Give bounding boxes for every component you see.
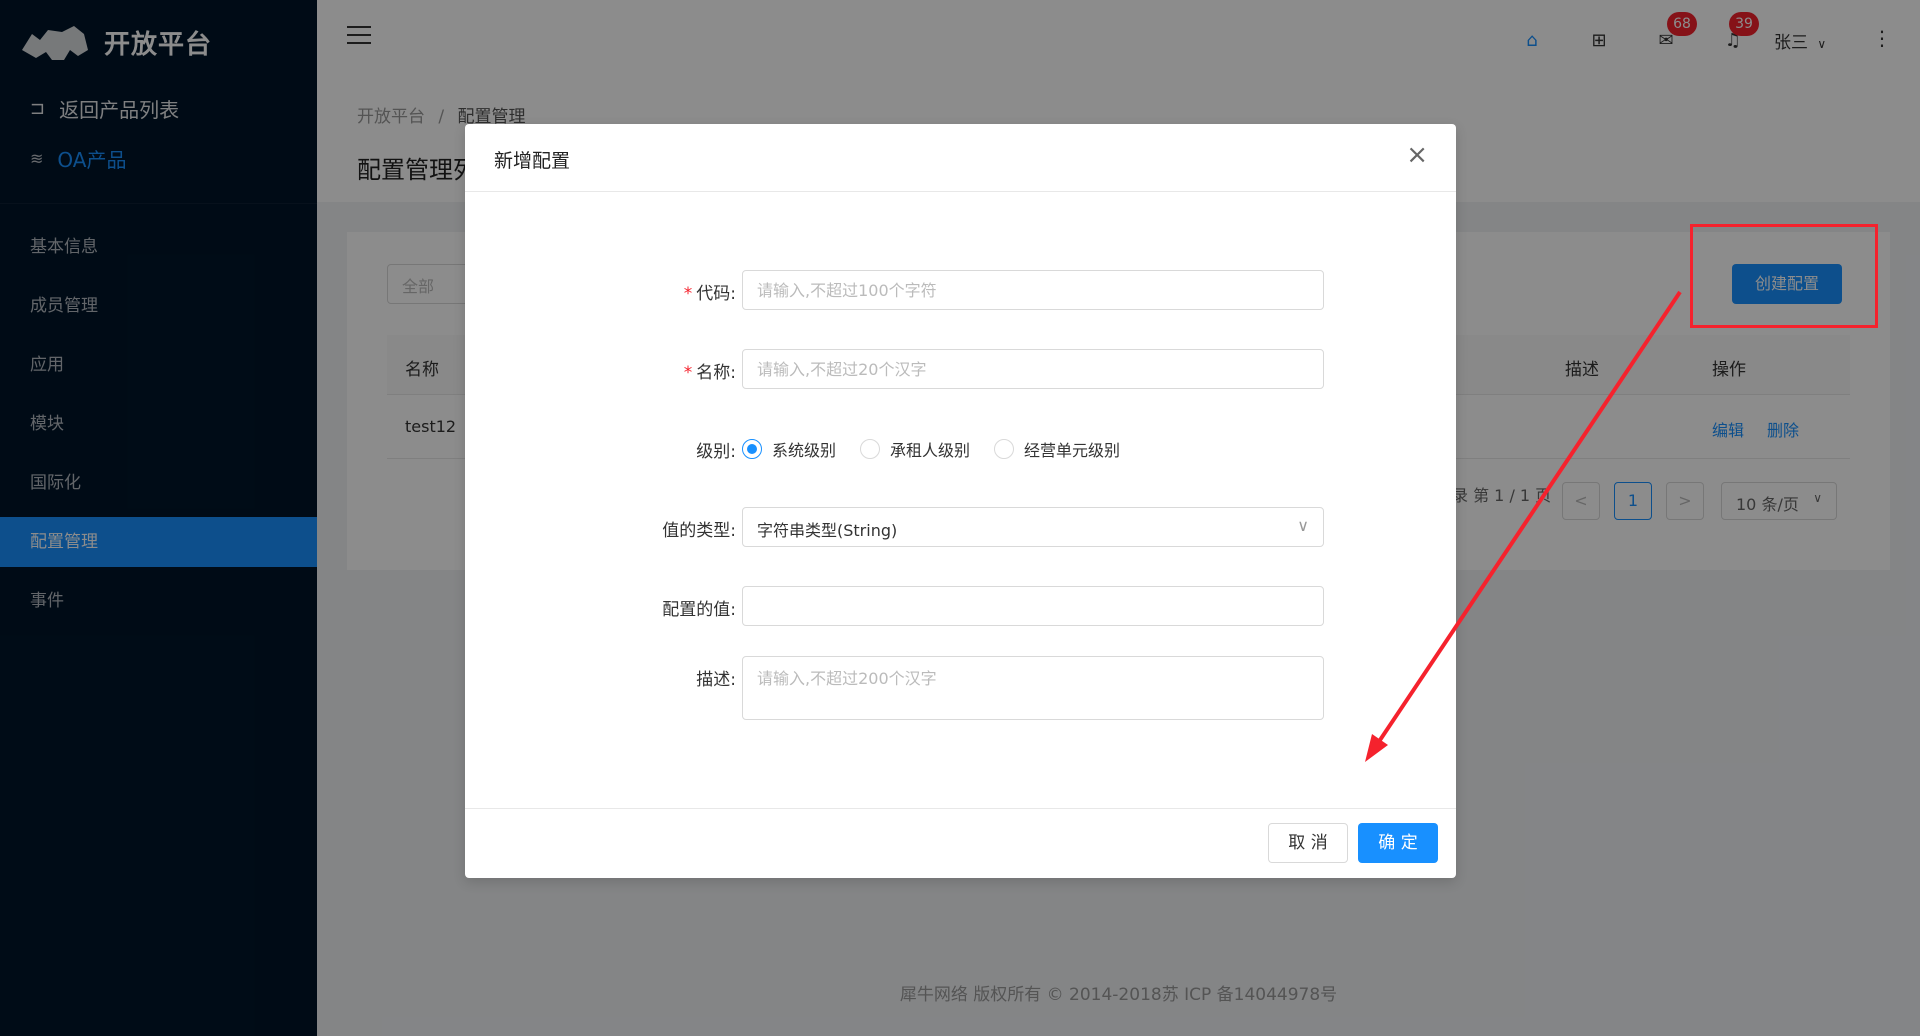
- description-textarea[interactable]: [742, 656, 1324, 720]
- radio-icon: [860, 439, 881, 459]
- modal-footer: 取 消 确 定: [465, 808, 1456, 878]
- required-mark: *: [683, 363, 693, 383]
- radio-icon: [994, 439, 1015, 459]
- modal-header: 新增配置 ×: [465, 124, 1456, 192]
- value-type-row: 值的类型: 字符串类型(String) ∨: [465, 507, 1456, 547]
- name-input[interactable]: [742, 349, 1324, 389]
- description-row: 描述:: [465, 656, 1456, 720]
- radio-tenant-level[interactable]: 承租人级别: [860, 437, 970, 461]
- description-label: 描述:: [696, 670, 736, 690]
- radio-checked-icon: [742, 439, 762, 459]
- add-config-modal: 新增配置 × *代码: *名称: 级别: 系统级别 承租人级别 经营单元级别 值…: [465, 124, 1456, 878]
- code-label: * 代码:: [683, 284, 736, 304]
- annotation-highlight-box: [1690, 224, 1878, 328]
- config-value-label: 配置的值:: [662, 600, 736, 620]
- code-row: * 代码:: [465, 270, 1456, 310]
- close-icon[interactable]: ×: [1406, 142, 1428, 168]
- cancel-button[interactable]: 取 消: [1268, 823, 1348, 863]
- required-mark: *: [683, 284, 693, 304]
- code-input[interactable]: [742, 270, 1324, 310]
- level-row: 级别: 系统级别 承租人级别 经营单元级别: [465, 428, 1456, 468]
- level-radio-group: 系统级别 承租人级别 经营单元级别: [742, 437, 1144, 461]
- radio-system-level[interactable]: 系统级别: [742, 437, 836, 461]
- level-label: 级别:: [696, 442, 736, 462]
- config-form: *代码: *名称: 级别: 系统级别 承租人级别 经营单元级别 值的类型: 字符…: [465, 192, 1456, 808]
- chevron-down-icon: ∨: [1297, 516, 1309, 535]
- radio-business-unit-level[interactable]: 经营单元级别: [994, 437, 1120, 461]
- name-row: * 名称:: [465, 349, 1456, 389]
- modal-title: 新增配置: [494, 150, 571, 172]
- config-value-row: 配置的值:: [465, 586, 1456, 626]
- name-label: * 名称:: [683, 363, 736, 383]
- value-type-select[interactable]: 字符串类型(String) ∨: [742, 507, 1324, 547]
- config-value-input[interactable]: [742, 586, 1324, 626]
- value-type-selected: 字符串类型(String): [757, 521, 898, 540]
- value-type-label: 值的类型:: [662, 521, 736, 541]
- ok-button[interactable]: 确 定: [1358, 823, 1438, 863]
